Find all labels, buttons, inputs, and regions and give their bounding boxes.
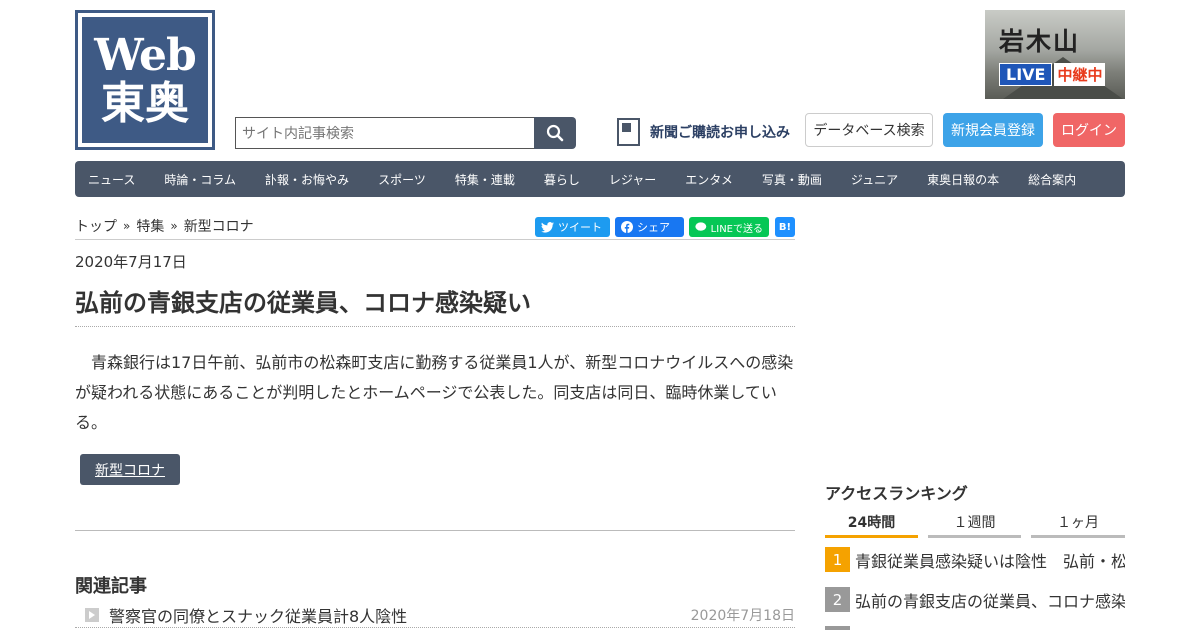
breadcrumb-separator: » [170,219,178,233]
newspaper-icon [617,118,640,146]
site-search [235,117,576,149]
breadcrumb-top[interactable]: トップ [75,216,117,236]
line-share-button[interactable]: LINEで送る [689,217,769,237]
line-share-label: LINEで送る [710,223,763,235]
site-logo[interactable]: Web 東奥 [75,10,215,150]
nav-item-features[interactable]: 特集・連載 [455,171,515,188]
live-badge: LIVE 中継中 [999,62,1106,86]
related-article-item[interactable]: 警察官の同僚とスナック従業員計8人陰性 2020年7月18日 [75,603,795,628]
nav-item-obituary[interactable]: 訃報・お悔やみ [265,171,349,188]
nav-item-junior[interactable]: ジュニア [851,171,898,188]
facebook-icon [621,221,633,233]
live-status: 中継中 [1054,62,1106,86]
rank-number: 1 [825,547,850,572]
article-tag[interactable]: 新型コロナ [80,454,180,485]
ranking-heading: アクセスランキング [825,484,968,503]
related-article-date: 2020年7月18日 [690,608,795,624]
nav-item-sports[interactable]: スポーツ [378,171,426,188]
subscribe-label: 新聞ご購読お申し込み [650,125,790,141]
nav-item-info[interactable]: 総合案内 [1028,171,1076,188]
database-search-button[interactable]: データベース検索 [805,113,933,147]
tab-1week[interactable]: １週間 [928,508,1021,538]
ranking-item[interactable]: 1 青銀従業員感染疑いは陰性 弘前・松森町支店 [825,546,1125,573]
article-body: 青森銀行は17日午前、弘前市の松森町支店に勤務する従業員1人が、新型コロナウイル… [75,353,794,432]
live-label: LIVE [999,62,1053,86]
subscribe-link[interactable]: 新聞ご購読お申し込み [617,118,790,146]
facebook-share-button[interactable]: シェア [615,217,684,237]
ranking-item[interactable]: 2 弘前の青銀支店の従業員、コロナ感染疑い [825,586,1125,613]
facebook-share-label: シェア [637,221,670,234]
nav-item-photo-video[interactable]: 写真・動画 [762,171,822,188]
breadcrumb-features[interactable]: 特集 [136,216,164,236]
tweet-label: ツイート [558,221,602,234]
main-nav: ニュース 時論・コラム 訃報・お悔やみ スポーツ 特集・連載 暮らし レジャー … [75,161,1125,197]
nav-item-column[interactable]: 時論・コラム [164,171,236,188]
title-divider [75,326,795,327]
logo-web-text: Web [94,30,197,81]
related-article-title[interactable]: 警察官の同僚とスナック従業員計8人陰性 [109,603,691,627]
ranking-item-partial [825,626,850,630]
login-button[interactable]: ログイン [1053,113,1125,147]
ranking-item-title[interactable]: 弘前の青銀支店の従業員、コロナ感染疑い [855,588,1125,612]
breadcrumb-corona[interactable]: 新型コロナ [184,216,254,236]
tab-1month[interactable]: １ヶ月 [1031,508,1125,538]
nav-item-news[interactable]: ニュース [88,171,135,188]
article-date: 2020年7月17日 [75,253,187,271]
tweet-button[interactable]: ツイート [535,217,610,237]
twitter-bird-icon [541,221,554,233]
rank-number: 2 [825,587,850,612]
related-articles-heading: 関連記事 [75,576,147,597]
tab-24h[interactable]: 24時間 [825,508,918,538]
register-button[interactable]: 新規会員登録 [943,113,1043,147]
ranking-list: 1 青銀従業員感染疑いは陰性 弘前・松森町支店 2 弘前の青銀支店の従業員、コロ… [825,546,1125,630]
search-input[interactable] [235,117,534,149]
breadcrumb-divider [75,239,795,240]
ranking-tabs: 24時間 １週間 １ヶ月 [825,508,1125,538]
nav-item-living[interactable]: 暮らし [544,171,580,188]
nav-item-books[interactable]: 東奥日報の本 [927,171,999,188]
breadcrumb: トップ » 特集 » 新型コロナ [75,216,254,236]
article-title: 弘前の青銀支店の従業員、コロナ感染疑い [75,289,531,317]
nav-item-leisure[interactable]: レジャー [609,171,656,188]
section-divider [75,530,795,531]
search-icon [546,124,564,142]
search-button[interactable] [534,117,576,149]
line-icon [695,222,707,231]
breadcrumb-separator: » [123,219,131,233]
ranking-item-title[interactable]: 青銀従業員感染疑いは陰性 弘前・松森町支店 [855,548,1125,572]
logo-name-text: 東奥 [101,78,189,129]
live-camera-banner[interactable]: 岩木山 LIVE 中継中 [985,10,1125,99]
live-banner-title: 岩木山 [999,27,1081,56]
arrow-right-icon [85,608,99,622]
nav-item-entertainment[interactable]: エンタメ [685,171,733,188]
hatena-bookmark-button[interactable]: B! [775,217,795,237]
